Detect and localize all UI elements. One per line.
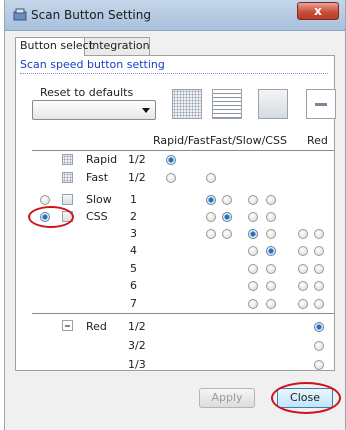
- section-divider: [20, 73, 328, 74]
- speed-radio[interactable]: [266, 229, 276, 239]
- plain-pattern-icon: [258, 89, 288, 119]
- red-value-1-2: 1/2: [128, 320, 146, 333]
- rapid-pattern-icon: [62, 154, 73, 165]
- speed-radio[interactable]: [298, 264, 308, 274]
- css-value-3: 3: [130, 227, 137, 240]
- button-select-panel: Scan speed button setting Reset to defau…: [15, 55, 336, 371]
- speed-radio[interactable]: [206, 212, 216, 222]
- css-value-5: 5: [130, 262, 137, 275]
- row-value-css: 2: [130, 210, 137, 223]
- section-title: Scan speed button setting: [20, 58, 165, 71]
- speed-radio[interactable]: [314, 246, 324, 256]
- speed-radio[interactable]: [248, 195, 258, 205]
- red-bar-icon: [306, 89, 336, 119]
- column-header-rapid-fast: Rapid/Fast: [153, 134, 210, 147]
- speed-radio[interactable]: [248, 264, 258, 274]
- reset-defaults-label: Reset to defaults: [40, 86, 134, 99]
- speed-radio[interactable]: [314, 299, 324, 309]
- speed-radio[interactable]: [248, 212, 258, 222]
- window-close-button[interactable]: x: [297, 2, 339, 20]
- row-label-fast: Fast: [86, 171, 109, 184]
- speed-radio[interactable]: [206, 173, 216, 183]
- line-pattern-icon: [212, 89, 242, 119]
- tab-button-select[interactable]: Button select: [15, 37, 93, 56]
- chevron-down-icon: [142, 108, 150, 113]
- css-value-7: 7: [130, 297, 137, 310]
- css-value-4: 4: [130, 244, 137, 257]
- column-header-red: Red: [307, 134, 328, 147]
- speed-radio[interactable]: [298, 281, 308, 291]
- red-value-1-3: 1/3: [128, 358, 146, 371]
- slow-row-radio[interactable]: [40, 195, 50, 205]
- app-icon: [13, 8, 27, 21]
- speed-radio[interactable]: [206, 229, 216, 239]
- title-bar: Scan Button Setting x: [5, 0, 345, 31]
- annotation-oval-css: [28, 206, 74, 228]
- speed-radio[interactable]: [314, 229, 324, 239]
- speed-radio[interactable]: [314, 341, 324, 351]
- speed-radio[interactable]: [248, 281, 258, 291]
- speed-radio-selected[interactable]: [222, 212, 232, 222]
- speed-radio-selected[interactable]: [206, 195, 216, 205]
- row-label-rapid: Rapid: [86, 153, 118, 166]
- red-divider: [32, 313, 334, 314]
- speed-radio-selected[interactable]: [266, 246, 276, 256]
- speed-radio[interactable]: [314, 264, 324, 274]
- css-value-6: 6: [130, 279, 137, 292]
- red-value-3-2: 3/2: [128, 339, 146, 352]
- speed-radio[interactable]: [222, 229, 232, 239]
- row-label-css: CSS: [86, 210, 108, 223]
- speed-radio[interactable]: [222, 195, 232, 205]
- speed-radio[interactable]: [266, 264, 276, 274]
- speed-radio[interactable]: [298, 299, 308, 309]
- rapid-pattern-icon: [62, 172, 73, 183]
- speed-radio[interactable]: [266, 212, 276, 222]
- speed-radio-selected[interactable]: [314, 322, 324, 332]
- row-value-rapid: 1/2: [128, 153, 146, 166]
- speed-radio[interactable]: [266, 195, 276, 205]
- rapid-pattern-icon: [172, 89, 202, 119]
- annotation-oval-close: [271, 382, 341, 414]
- reset-defaults-dropdown[interactable]: [32, 100, 156, 120]
- speed-radio[interactable]: [166, 173, 176, 183]
- speed-radio[interactable]: [248, 246, 258, 256]
- plain-square-icon: [62, 194, 73, 205]
- speed-radio[interactable]: [298, 246, 308, 256]
- row-label-red: Red: [86, 320, 107, 333]
- window-title: Scan Button Setting: [31, 8, 151, 22]
- scan-button-setting-window: Scan Button Setting x Button select Inte…: [4, 0, 346, 430]
- tab-integration[interactable]: Integration: [84, 37, 150, 55]
- speed-radio[interactable]: [314, 360, 324, 370]
- apply-button[interactable]: Apply: [199, 388, 255, 408]
- speed-radio[interactable]: [298, 229, 308, 239]
- speed-radio[interactable]: [314, 281, 324, 291]
- speed-radio-selected[interactable]: [248, 229, 258, 239]
- column-header-fast-slow-css: Fast/Slow/CSS: [210, 134, 287, 147]
- speed-radio-selected[interactable]: [166, 155, 176, 165]
- speed-radio[interactable]: [248, 299, 258, 309]
- red-bar-icon: [62, 320, 73, 331]
- row-value-fast: 1/2: [128, 171, 146, 184]
- speed-radio[interactable]: [266, 299, 276, 309]
- row-value-slow: 1: [130, 193, 137, 206]
- row-label-slow: Slow: [86, 193, 112, 206]
- header-divider: [32, 150, 334, 151]
- speed-radio[interactable]: [266, 281, 276, 291]
